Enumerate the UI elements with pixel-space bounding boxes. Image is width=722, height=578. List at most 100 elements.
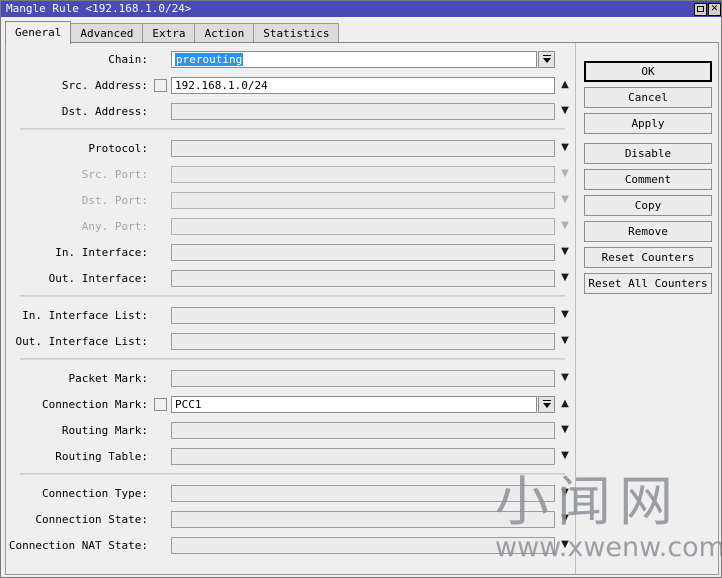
chevron-down-icon-connection-state[interactable]: ▼ xyxy=(555,514,575,524)
label-protocol: Protocol: xyxy=(88,141,148,155)
window-titlebar: Mangle Rule <192.168.1.0/24> ✕ xyxy=(1,1,721,17)
chevron-down-icon-in-interface-list[interactable]: ▼ xyxy=(555,310,575,320)
label-connection-type: Connection Type: xyxy=(42,486,148,500)
remove-button[interactable]: Remove xyxy=(584,221,712,242)
chevron-down-icon-any-port: ▼ xyxy=(561,220,569,231)
tab-extra[interactable]: Extra xyxy=(142,23,196,44)
tab-statistics[interactable]: Statistics xyxy=(253,23,340,44)
close-button[interactable]: ✕ xyxy=(708,2,721,16)
input-routing-mark[interactable] xyxy=(171,421,555,439)
field-row-packet-mark: Packet Mark: ▼ xyxy=(6,368,575,388)
chevron-down-icon xyxy=(543,57,551,63)
chevron-down-icon-protocol[interactable]: ▼ xyxy=(555,143,575,153)
input-in-interface[interactable] xyxy=(171,243,555,261)
field-row-src-address: Src. Address: 192.168.1.0/24 ▲ xyxy=(6,75,575,95)
field-row-in-interface: In. Interface: ▼ xyxy=(6,242,575,262)
copy-button[interactable]: Copy xyxy=(584,195,712,216)
chevron-down-icon-routing-mark[interactable]: ▼ xyxy=(555,425,575,435)
field-row-dst-port: Dst. Port: ▼ xyxy=(6,190,575,210)
input-connection-type[interactable] xyxy=(171,484,555,502)
checkbox-connection-mark[interactable] xyxy=(154,397,167,411)
input-connection-state[interactable] xyxy=(171,510,555,528)
chevron-down-icon-out-interface-list[interactable]: ▼ xyxy=(555,336,575,346)
field-control-out-interface-list: ▼ xyxy=(154,332,575,350)
field-row-chain: Chain: prerouting xyxy=(6,49,575,69)
chevron-down-icon-src-port: ▼ xyxy=(561,168,569,179)
dialog-content: Chain: prerouting Src. Address: 192.168.1.0… xyxy=(5,42,719,575)
dropdown-bar-icon xyxy=(543,54,551,56)
input-protocol[interactable] xyxy=(171,139,555,157)
field-row-dst-address: Dst. Address: ▼ xyxy=(6,101,575,121)
label-dst-address: Dst. Address: xyxy=(61,104,148,118)
chevron-down-icon-connection-nat-state[interactable]: ▼ xyxy=(555,540,575,550)
input-routing-table[interactable] xyxy=(171,447,555,465)
field-row-connection-type: Connection Type: ▼ xyxy=(6,483,575,503)
chevron-down-icon-dst-port: ▼ xyxy=(561,194,569,205)
field-control-src-address: 192.168.1.0/24 ▲ xyxy=(154,76,575,94)
input-connection-mark[interactable]: PCC1 xyxy=(171,395,537,413)
label-packet-mark: Packet Mark: xyxy=(68,371,148,385)
label-src-address: Src. Address: xyxy=(61,78,148,92)
field-control-routing-mark: ▼ xyxy=(154,421,575,439)
input-packet-mark[interactable] xyxy=(171,369,555,387)
input-out-interface[interactable] xyxy=(171,269,555,287)
panel-divider xyxy=(575,43,576,574)
reset-counters-button[interactable]: Reset Counters xyxy=(584,247,712,268)
field-row-out-interface-list: Out. Interface List: ▼ xyxy=(6,331,575,351)
chevron-down-icon-out-interface[interactable]: ▼ xyxy=(555,273,575,283)
chevron-up-icon-src-address[interactable]: ▲ xyxy=(555,80,575,90)
maximize-button[interactable] xyxy=(694,2,707,16)
label-connection-state: Connection State: xyxy=(35,512,148,526)
label-out-interface: Out. Interface: xyxy=(48,271,148,285)
tab-list: General Advanced Extra Action Statistics xyxy=(5,21,340,44)
chevron-down-icon-dst-address[interactable]: ▼ xyxy=(555,106,575,116)
field-control-connection-type: ▼ xyxy=(154,484,575,502)
input-dst-address[interactable] xyxy=(171,102,555,120)
field-control-dst-port: ▼ xyxy=(154,191,575,209)
input-src-address[interactable]: 192.168.1.0/24 xyxy=(171,76,555,94)
value-text-src-address: 192.168.1.0/24 xyxy=(175,78,268,92)
cancel-button[interactable]: Cancel xyxy=(584,87,712,108)
input-src-port xyxy=(171,165,555,183)
chevron-down-icon-connection-type[interactable]: ▼ xyxy=(555,488,575,498)
window-title: Mangle Rule <192.168.1.0/24> xyxy=(6,2,192,15)
section-divider-2 xyxy=(20,295,565,297)
label-connection-nat-state: Connection NAT State: xyxy=(8,538,148,552)
dropdown-button-chain[interactable] xyxy=(538,50,555,68)
field-row-in-interface-list: In. Interface List: ▼ xyxy=(6,305,575,325)
dropdown-button-connection-mark[interactable] xyxy=(538,395,555,413)
field-control-packet-mark: ▼ xyxy=(154,369,575,387)
field-control-in-interface: ▼ xyxy=(154,243,575,261)
input-out-interface-list[interactable] xyxy=(171,332,555,350)
tabstrip: General Advanced Extra Action Statistics xyxy=(1,17,721,44)
chevron-up-icon-connection-mark[interactable]: ▲ xyxy=(555,399,575,409)
tab-general[interactable]: General xyxy=(5,21,72,44)
label-out-interface-list: Out. Interface List: xyxy=(15,334,148,348)
section-divider-4 xyxy=(20,473,565,475)
comment-button[interactable]: Comment xyxy=(584,169,712,190)
chevron-down-icon-in-interface[interactable]: ▼ xyxy=(555,247,575,257)
general-form: Chain: prerouting Src. Address: 192.168.1.0… xyxy=(6,43,575,574)
field-row-routing-table: Routing Table: ▼ xyxy=(6,446,575,466)
disable-button[interactable]: Disable xyxy=(584,143,712,164)
apply-button[interactable]: Apply xyxy=(584,113,712,134)
input-connection-nat-state[interactable] xyxy=(171,536,555,554)
tab-action[interactable]: Action xyxy=(194,23,255,44)
field-control-connection-state: ▼ xyxy=(154,510,575,528)
input-in-interface-list[interactable] xyxy=(171,306,555,324)
chevron-down-icon-packet-mark[interactable]: ▼ xyxy=(555,373,575,383)
field-control-out-interface: ▼ xyxy=(154,269,575,287)
reset-all-counters-button[interactable]: Reset All Counters xyxy=(584,273,712,294)
field-row-routing-mark: Routing Mark: ▼ xyxy=(6,420,575,440)
input-chain[interactable]: prerouting xyxy=(171,50,537,68)
checkbox-src-address[interactable] xyxy=(154,78,167,92)
chevron-down-icon-routing-table[interactable]: ▼ xyxy=(555,451,575,461)
label-src-port: Src. Port: xyxy=(81,167,148,181)
label-in-interface-list: In. Interface List: xyxy=(22,308,148,322)
ok-button[interactable]: OK xyxy=(584,61,712,82)
tab-advanced[interactable]: Advanced xyxy=(70,23,144,44)
field-row-src-port: Src. Port: ▼ xyxy=(6,164,575,184)
label-any-port: Any. Port: xyxy=(81,219,148,233)
field-control-chain: prerouting xyxy=(154,50,575,68)
close-icon: ✕ xyxy=(710,3,719,14)
